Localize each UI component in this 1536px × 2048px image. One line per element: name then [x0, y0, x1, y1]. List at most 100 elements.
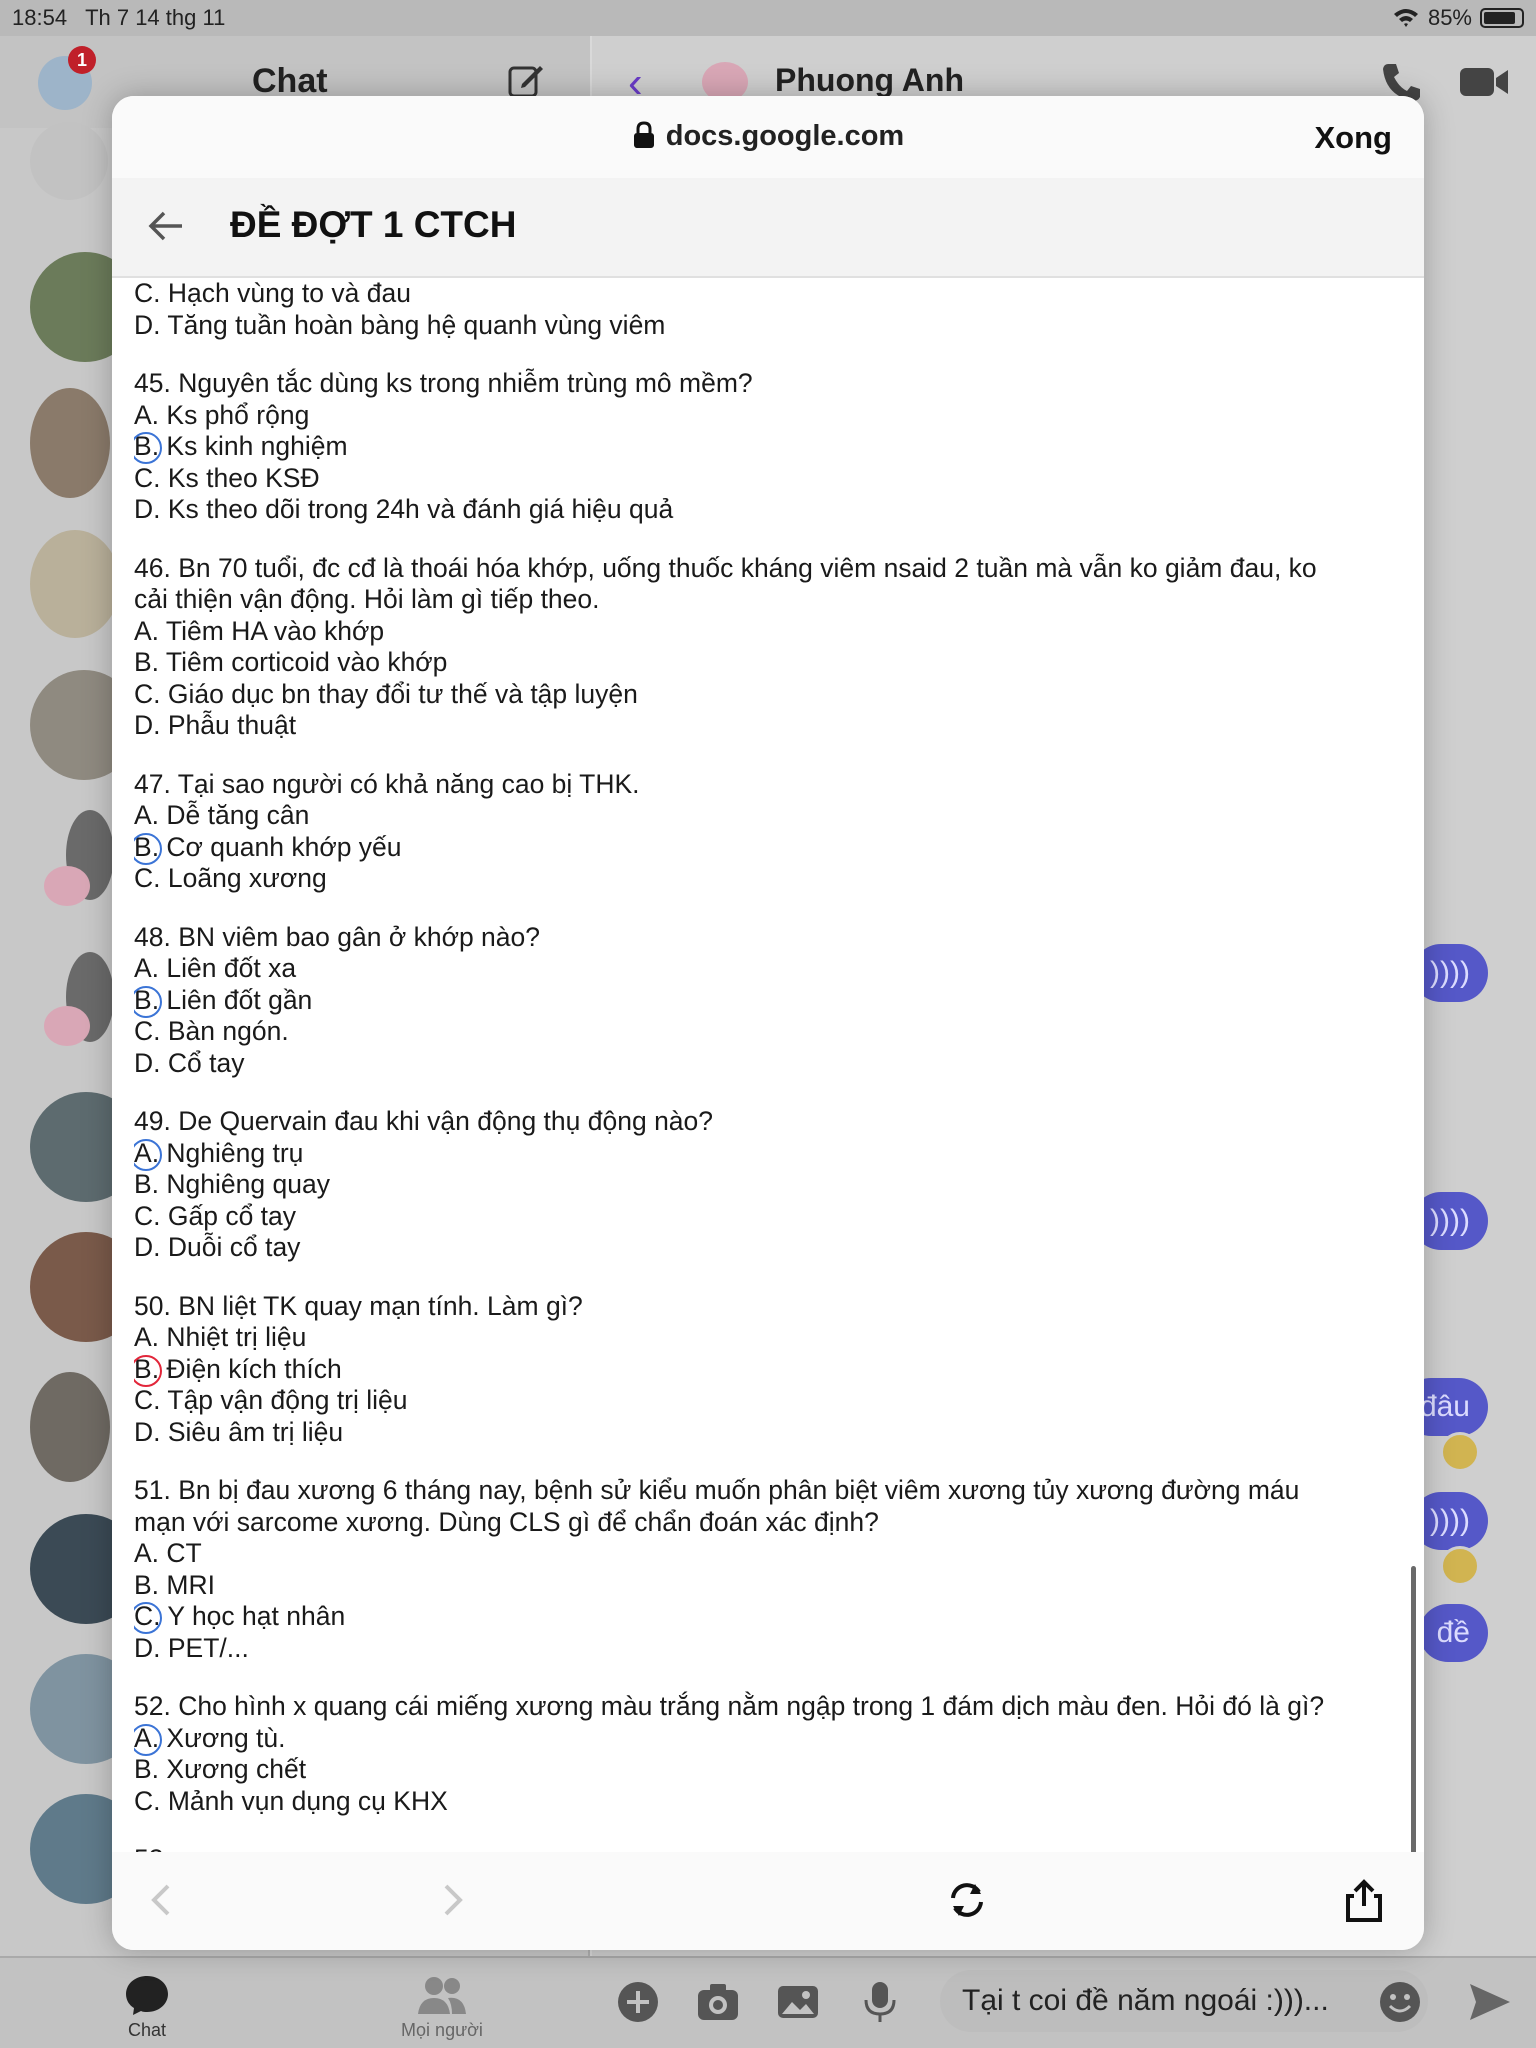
document-line: A. Nhiệt trị liệu — [134, 1322, 1404, 1354]
arrow-left-icon[interactable] — [146, 206, 186, 246]
document-line: D. PET/... — [134, 1633, 1404, 1665]
tab-chat[interactable]: Chat — [110, 1974, 184, 2041]
message-bubble[interactable]: đề — [1418, 1604, 1488, 1662]
handwritten-answer-circle: B — [134, 831, 162, 864]
tab-people[interactable]: Mọi người — [392, 1974, 492, 2041]
document-line: 47. Tại sao người có khả năng cao bị THK… — [134, 769, 1404, 801]
share-icon[interactable] — [1342, 1878, 1386, 1922]
wifi-icon — [1393, 9, 1418, 27]
sheet-toolbar — [112, 1852, 1424, 1950]
document-line: A. Tiêm HA vào khớp — [134, 616, 1404, 648]
document-title: ĐỀ ĐỢT 1 CTCH — [230, 204, 517, 245]
document-line-text: D. Tăng tuần hoàn bàng hệ quanh vùng viê… — [134, 309, 666, 340]
document-line-text: B. Tiêm corticoid vào khớp — [134, 647, 448, 677]
document-line-text: C. Giáo dục bn thay đổi tư thế và tập lu… — [134, 678, 638, 709]
document-line: mạn với sarcome xương. Dùng CLS gì để ch… — [134, 1507, 1404, 1539]
document-line-text: 52. Cho hình x quang cái miếng xương màu… — [134, 1691, 1325, 1721]
document-line: C. Hạch vùng to và đau — [134, 278, 1404, 310]
refresh-icon[interactable] — [945, 1878, 989, 1922]
web-sheet: docs.google.com Xong ĐỀ ĐỢT 1 CTCH C. Hạ… — [112, 96, 1424, 1950]
document-line-text: . Nghiêng trụ — [151, 1137, 304, 1168]
document-line: D. Cổ tay — [134, 1048, 1404, 1080]
document-line: 48. BN viêm bao gân ở khớp nào? — [134, 922, 1404, 954]
document-content[interactable]: C. Hạch vùng to và đau D. Tăng tuần hoàn … — [134, 278, 1404, 1950]
document-line: 45. Nguyên tắc dùng ks trong nhiễm trùng… — [134, 368, 1404, 400]
document-line-text: B. Xương chết — [134, 1754, 307, 1784]
message-input[interactable]: Tại t coi đề năm ngoái :)))... — [940, 1970, 1428, 2032]
document-line: D. Tăng tuần hoàn bàng hệ quanh vùng viê… — [134, 310, 1404, 342]
document-header: ĐỀ ĐỢT 1 CTCH — [112, 178, 1424, 278]
document-line-text: . Cơ quanh khớp yếu — [151, 831, 402, 862]
send-icon[interactable] — [1468, 1980, 1512, 2024]
plus-icon[interactable] — [616, 1980, 660, 2024]
document-line: C. Tập vận động trị liệu — [134, 1385, 1404, 1417]
emoji-icon[interactable] — [1378, 1980, 1422, 2024]
document-line-text: D. PET/... — [134, 1632, 249, 1663]
document-line-text: D. Cổ tay — [134, 1047, 245, 1078]
document-line: C. Ks theo KSĐ — [134, 463, 1404, 495]
document-line-text: C. Ks theo KSĐ — [134, 462, 320, 493]
document-line: B. MRI — [134, 1570, 1404, 1602]
document-line-text: A. Dễ tăng cân — [134, 800, 310, 830]
contact-avatar[interactable] — [30, 388, 110, 498]
document-line: A. Dễ tăng cân — [134, 800, 1404, 832]
document-line: A. Liên đốt xa — [134, 953, 1404, 985]
lock-icon — [633, 121, 654, 148]
document-line-text: 47. Tại sao người có khả năng cao bị THK… — [134, 768, 640, 799]
document-line: D. Siêu âm trị liệu — [134, 1417, 1404, 1449]
bear-sticker-icon — [44, 866, 90, 906]
document-line: C. Y học hạt nhân — [134, 1601, 1404, 1634]
document-line-text: . Xương tù. — [151, 1722, 286, 1753]
document-line-text: C. Hạch vùng to và đau — [134, 278, 411, 308]
contact-avatar[interactable] — [30, 122, 108, 200]
conversation-name: Phuong Anh — [775, 62, 964, 98]
document-line: C. Mảnh vụn dụng cụ KHX — [134, 1786, 1404, 1818]
document-line-text: D. Ks theo dõi trong 24h và đánh giá hiệ… — [134, 494, 674, 524]
url-text: docs.google.com — [665, 120, 905, 152]
document-line-text: A. CT — [134, 1538, 202, 1568]
contact-avatar[interactable] — [30, 1372, 110, 1482]
contact-avatar[interactable] — [30, 530, 120, 638]
chat-bubble-icon — [126, 1976, 168, 2015]
document-line: B. Ks kinh nghiệm — [134, 431, 1404, 464]
document-line: B. Điện kích thích — [134, 1354, 1404, 1386]
url-display[interactable]: docs.google.com — [112, 120, 1424, 153]
handwritten-answer-circle: B — [134, 1353, 162, 1386]
document-line-text: 45. Nguyên tắc dùng ks trong nhiễm trùng… — [134, 368, 753, 398]
video-icon[interactable] — [1458, 64, 1510, 100]
document-line: D. Ks theo dõi trong 24h và đánh giá hiệ… — [134, 494, 1404, 526]
scrollbar-thumb[interactable] — [1411, 1566, 1416, 1856]
compose-icon[interactable] — [506, 60, 546, 100]
document-line-text: C. Bàn ngón. — [134, 1016, 289, 1046]
document-line-text: C. Loãng xương — [134, 863, 327, 893]
document-line-text: C. Tập vận động trị liệu — [134, 1385, 408, 1415]
nav-back-icon[interactable] — [140, 1878, 184, 1922]
url-bar: docs.google.com Xong — [112, 96, 1424, 178]
notification-badge: 1 — [68, 46, 96, 74]
document-line-text: D. Siêu âm trị liệu — [134, 1416, 344, 1447]
laugh-reaction-icon — [1440, 1546, 1480, 1586]
document-line-text: 48. BN viêm bao gân ở khớp nào? — [134, 921, 541, 952]
battery-percent: 85% — [1427, 5, 1472, 30]
status-time: 18:54 — [12, 5, 68, 30]
document-line-text: B. MRI — [134, 1569, 215, 1600]
image-icon[interactable] — [776, 1980, 820, 2024]
camera-icon[interactable] — [696, 1980, 740, 2024]
document-line: 46. Bn 70 tuổi, đc cđ là thoái hóa khớp,… — [134, 553, 1404, 585]
handwritten-answer-circle: A — [134, 1722, 162, 1755]
laugh-reaction-icon — [1440, 1432, 1480, 1472]
document-line-text: 50. BN liệt TK quay mạn tính. Làm gì? — [134, 1290, 583, 1321]
bear-sticker-icon — [44, 1006, 90, 1046]
status-bar: 18:54 Th 7 14 thg 11 85% — [0, 0, 1536, 36]
nav-forward-icon[interactable] — [430, 1878, 474, 1922]
done-button[interactable]: Xong — [1315, 120, 1393, 156]
handwritten-answer-circle: B — [134, 984, 162, 1017]
document-line: C. Loãng xương — [134, 863, 1404, 895]
mic-icon[interactable] — [858, 1980, 902, 2024]
document-line: B. Liên đốt gần — [134, 985, 1404, 1017]
